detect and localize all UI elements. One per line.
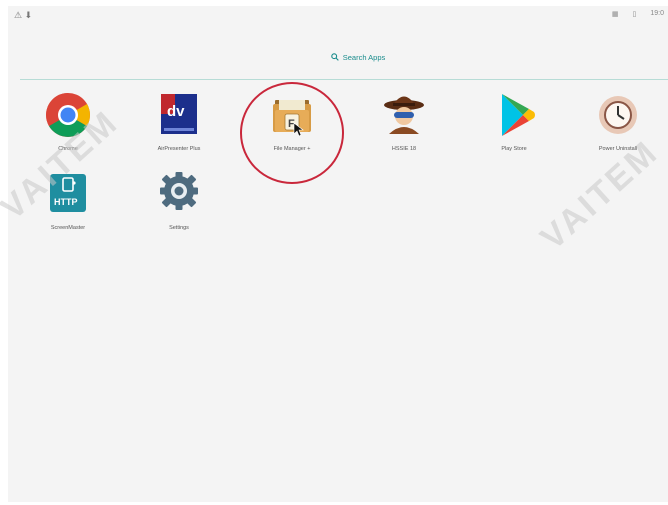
- airpresenter-icon: dv: [154, 90, 204, 140]
- battery-icon: ▯: [632, 11, 637, 18]
- app-label: HSSIE 18: [391, 146, 417, 152]
- search-icon: [330, 53, 339, 61]
- app-label: Settings: [169, 225, 189, 231]
- app-play-store[interactable]: Play Store: [474, 90, 554, 160]
- app-settings[interactable]: Settings: [139, 169, 219, 239]
- app-chrome[interactable]: Chrome: [28, 90, 108, 160]
- clock-icon: [593, 90, 643, 140]
- http-icon: HTTP: [43, 169, 93, 219]
- notification-icons: ⚠ ⬇: [14, 10, 33, 20]
- app-label: Chrome: [58, 146, 78, 152]
- app-label: Power Uninstall: [598, 146, 638, 152]
- svg-text:HTTP: HTTP: [54, 197, 78, 207]
- app-screenmaster[interactable]: HTTP ScreenMaster: [28, 169, 108, 239]
- svg-text:dv: dv: [167, 103, 185, 120]
- chrome-icon: [43, 90, 93, 140]
- app-label: Play Store: [501, 146, 527, 152]
- launcher-screen: ⚠ ⬇ ▦ ▯ 19:0 Search Apps Chrome dv AirPr…: [0, 6, 668, 502]
- search-divider: [20, 79, 668, 80]
- play-store-icon: [489, 90, 539, 140]
- app-hssie-18[interactable]: HSSIE 18: [364, 90, 444, 160]
- detective-icon: [379, 90, 429, 140]
- search-label: Search Apps: [342, 52, 386, 62]
- app-label: AirPresenter Plus: [157, 146, 201, 152]
- status-right: ▦ ▯ 19:0: [612, 10, 664, 18]
- gear-icon: [154, 169, 204, 219]
- app-label: ScreenMaster: [50, 225, 86, 231]
- clock: 19:0: [650, 10, 664, 17]
- status-bar: ⚠ ⬇ ▦ ▯ 19:0: [8, 6, 668, 26]
- search-apps-bar[interactable]: Search Apps: [258, 48, 458, 66]
- app-airpresenter-plus[interactable]: dv AirPresenter Plus: [139, 90, 219, 160]
- screen-icon: ▦: [611, 11, 619, 18]
- highlight-circle: [240, 82, 344, 184]
- app-power-uninstall[interactable]: Power Uninstall: [578, 90, 658, 160]
